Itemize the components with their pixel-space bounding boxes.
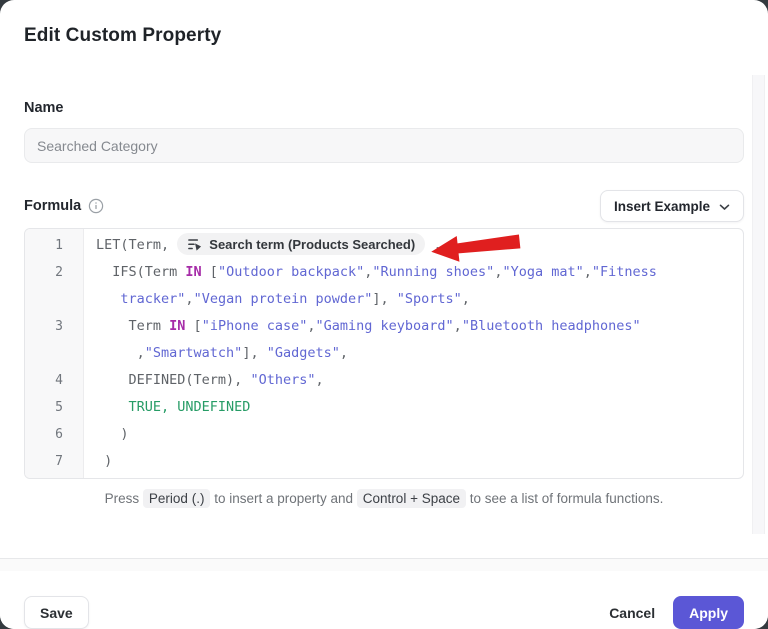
property-chip[interactable]: Search term (Products Searched) xyxy=(177,233,425,255)
code-token: , xyxy=(340,345,348,361)
chevron-down-icon xyxy=(719,199,730,214)
hint-text: to insert a property and xyxy=(210,491,356,506)
code-row: tracker","Vegan protein powder"], "Sport… xyxy=(96,286,743,313)
formula-editor[interactable]: 12 3 4567 LET(Term, Search term (Products … xyxy=(24,228,744,479)
code-token: "Outdoor backpack" xyxy=(218,264,364,280)
footer-divider-band xyxy=(0,559,768,571)
code-token: "Bluetooth headphones" xyxy=(462,318,641,334)
footer-right-group: Cancel Apply xyxy=(599,596,744,629)
code-token: ], xyxy=(372,291,396,307)
line-number xyxy=(25,286,83,313)
code-token: "Others" xyxy=(250,372,315,388)
code-token: , xyxy=(307,318,315,334)
code-row: ) xyxy=(96,421,743,448)
code-token: [ xyxy=(185,318,201,334)
code-token: , xyxy=(185,291,193,307)
code-token xyxy=(96,291,120,307)
code-token: ) xyxy=(96,426,129,442)
code-token: "Smartwatch" xyxy=(145,345,243,361)
code-token: , xyxy=(315,372,323,388)
code-token: ) xyxy=(96,453,112,469)
line-number: 7 xyxy=(25,448,83,475)
kbd-control-space: Control + Space xyxy=(357,489,466,508)
search-term-property-icon xyxy=(187,237,202,252)
code-token: [ xyxy=(202,264,218,280)
code-token: ], xyxy=(242,345,266,361)
cancel-button[interactable]: Cancel xyxy=(599,596,665,629)
line-number: 2 xyxy=(25,259,83,286)
formula-header-row: Formula Insert Example xyxy=(24,190,744,222)
code-row: IFS(Term IN ["Outdoor backpack", "Running… xyxy=(96,259,743,286)
code-row: Term IN ["iPhone case","Gaming keyboard"… xyxy=(96,313,743,340)
save-button[interactable]: Save xyxy=(24,596,89,629)
code-token: IN xyxy=(169,318,185,334)
code-token: Term xyxy=(96,318,169,334)
code-token: IN xyxy=(185,264,201,280)
code-row: LET(Term, Search term (Products Searched… xyxy=(96,232,743,259)
line-number xyxy=(25,340,83,367)
code-token: IFS(Term xyxy=(96,264,185,280)
formula-hint: Press Period (.) to insert a property an… xyxy=(0,489,768,509)
code-token: tracker" xyxy=(120,291,185,307)
code-row: ) xyxy=(96,448,743,475)
property-chip-label: Search term (Products Searched) xyxy=(209,231,415,258)
page-title: Edit Custom Property xyxy=(24,25,744,47)
line-number: 1 xyxy=(25,232,83,259)
code-token: , xyxy=(454,318,462,334)
formula-label: Formula xyxy=(24,199,81,214)
edit-custom-property-modal: Edit Custom Property Name Formula Insert… xyxy=(0,0,768,629)
name-input[interactable] xyxy=(24,128,744,163)
name-label: Name xyxy=(24,101,744,116)
insert-example-button[interactable]: Insert Example xyxy=(600,190,744,222)
code-token: "Sports" xyxy=(397,291,462,307)
insert-example-label: Insert Example xyxy=(614,199,710,214)
code-row: ,"Smartwatch"], "Gadgets", xyxy=(96,340,743,367)
code-token: "iPhone case" xyxy=(202,318,308,334)
line-number: 3 xyxy=(25,313,83,340)
line-number-gutter: 12 3 4567 xyxy=(25,229,84,478)
code-text: LET(Term, xyxy=(96,237,177,253)
code-token: DEFINED(Term), xyxy=(96,372,250,388)
code-row: TRUE, UNDEFINED xyxy=(96,394,743,421)
code-token: , xyxy=(584,264,592,280)
code-token: , xyxy=(96,345,145,361)
code-token: "Vegan protein powder" xyxy=(194,291,373,307)
apply-button[interactable]: Apply xyxy=(673,596,744,629)
code-token: "Fitness xyxy=(592,264,657,280)
code-token: TRUE, UNDEFINED xyxy=(129,399,251,415)
line-number: 5 xyxy=(25,394,83,421)
code-token: "Yoga mat" xyxy=(502,264,583,280)
code-token: "Gaming keyboard" xyxy=(316,318,454,334)
code-row: DEFINED(Term), "Others", xyxy=(96,367,743,394)
line-number: 6 xyxy=(25,421,83,448)
kbd-period: Period (.) xyxy=(143,489,211,508)
code-token xyxy=(96,399,129,415)
info-circle-icon xyxy=(88,198,104,214)
code-area[interactable]: LET(Term, Search term (Products Searched… xyxy=(84,229,743,478)
hint-text: Press xyxy=(105,491,143,506)
code-token: , xyxy=(462,291,470,307)
code-token: "Gadgets" xyxy=(267,345,340,361)
line-number: 4 xyxy=(25,367,83,394)
modal-footer: Save Cancel Apply xyxy=(0,571,768,629)
modal-body: Edit Custom Property Name Formula Insert… xyxy=(0,25,768,559)
code-text: , xyxy=(425,237,441,253)
scrollbar[interactable] xyxy=(752,75,765,534)
code-token: "Running shoes" xyxy=(372,264,494,280)
hint-text: to see a list of formula functions. xyxy=(466,491,663,506)
